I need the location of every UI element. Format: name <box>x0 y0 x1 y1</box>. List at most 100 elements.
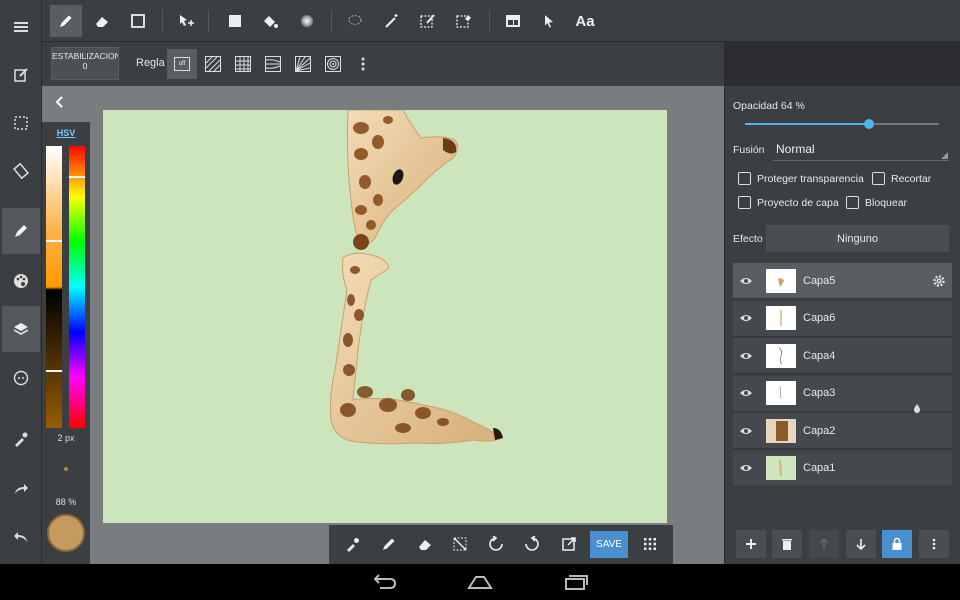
parallel-ruler-icon[interactable] <box>198 49 228 79</box>
chevron-left-icon[interactable] <box>52 94 68 110</box>
hsv-mode-toggle[interactable]: HSV <box>42 128 90 138</box>
ruler-off-button[interactable]: off <box>167 49 197 79</box>
layer-name: Capa6 <box>803 312 836 324</box>
pen-quick-icon[interactable] <box>375 530 403 558</box>
redo-quick-icon[interactable] <box>518 530 546 558</box>
concentric-ruler-icon[interactable] <box>318 49 348 79</box>
deselect-icon[interactable] <box>446 530 474 558</box>
rotate-canvas-icon[interactable] <box>2 148 40 194</box>
visibility-eye-icon[interactable] <box>733 300 759 336</box>
home-icon[interactable] <box>464 572 496 592</box>
visibility-eye-icon[interactable] <box>733 263 759 299</box>
effect-select-button[interactable]: Ninguno <box>766 225 949 252</box>
clipping-checkbox[interactable]: Recortar <box>872 172 931 185</box>
menu-icon[interactable] <box>2 4 40 50</box>
arrow-down-icon <box>856 539 866 551</box>
add-layer-button[interactable] <box>736 530 766 558</box>
text-icon[interactable]: Aa <box>569 5 601 37</box>
undo-quick-icon[interactable] <box>482 530 510 558</box>
drawing-canvas[interactable] <box>103 110 667 523</box>
redo-icon[interactable] <box>2 466 40 512</box>
select-eraser-icon[interactable] <box>448 5 480 37</box>
sub-toolbar: ESTABILIZACION 0 Regla off <box>42 42 724 86</box>
arrow-up-icon <box>819 537 829 549</box>
lock-layer-button[interactable] <box>882 530 912 558</box>
layer-row[interactable]: Capa5 <box>733 263 952 299</box>
checkbox-icon[interactable] <box>738 196 751 209</box>
eyedropper-icon[interactable] <box>2 416 40 462</box>
gear-icon[interactable] <box>932 274 946 288</box>
canvas-area[interactable] <box>42 86 724 564</box>
grid-menu-icon[interactable] <box>636 530 664 558</box>
eyedropper-quick-icon[interactable] <box>339 530 367 558</box>
layer-panel: Opacidad 64 % Fusión Normal Proteger tra… <box>724 86 960 564</box>
save-button[interactable]: SAVE <box>590 531 628 558</box>
pen-icon[interactable] <box>50 5 82 37</box>
material-icon[interactable] <box>2 355 40 401</box>
current-color-swatch[interactable] <box>47 514 85 552</box>
layer-list: Capa5 Capa6 Capa4 Capa3 Capa2 Capa1 <box>733 263 952 487</box>
radial-ruler-icon[interactable] <box>288 49 318 79</box>
opacity-slider-fill <box>745 123 870 125</box>
app-root: Aa ESTABILIZACION 0 Regla off HSV 2 px 8… <box>0 0 960 600</box>
text-tool-label: Aa <box>575 12 595 30</box>
checkbox-icon[interactable] <box>872 172 885 185</box>
selection-icon[interactable] <box>2 100 40 146</box>
perspective-ruler-icon[interactable] <box>258 49 288 79</box>
select-pen-icon[interactable] <box>412 5 444 37</box>
visibility-eye-icon[interactable] <box>733 450 759 486</box>
edit-icon[interactable] <box>2 52 40 98</box>
delete-layer-button[interactable] <box>772 530 802 558</box>
plus-icon <box>746 539 756 549</box>
undo-icon[interactable] <box>2 514 40 560</box>
draft-layer-checkbox[interactable]: Proyecto de capa <box>738 196 839 209</box>
eraser-icon[interactable] <box>86 5 118 37</box>
checkbox-icon[interactable] <box>846 196 859 209</box>
layer-row[interactable]: Capa3 <box>733 375 952 413</box>
color-panel: HSV 2 px 88 % <box>42 122 90 564</box>
eraser-quick-icon[interactable] <box>411 530 439 558</box>
dropdown-arrow-icon[interactable] <box>941 152 948 159</box>
brush-size-label: 2 px <box>57 433 75 443</box>
transform-icon[interactable] <box>555 530 583 558</box>
visibility-eye-icon[interactable] <box>733 375 759 411</box>
brush-tool-icon[interactable] <box>2 208 40 254</box>
recent-apps-icon[interactable] <box>560 572 592 592</box>
move-icon[interactable] <box>170 5 202 37</box>
saturation-value-slider[interactable] <box>46 146 62 428</box>
checkbox-icon[interactable] <box>738 172 751 185</box>
grid-ruler-icon[interactable] <box>228 49 258 79</box>
giraffe-artwork <box>330 110 503 445</box>
visibility-eye-icon[interactable] <box>733 413 759 449</box>
layer-row[interactable]: Capa6 <box>733 300 952 337</box>
move-layer-up-button[interactable] <box>809 530 839 558</box>
top-toolbar: Aa <box>42 0 960 42</box>
opacity-slider-thumb[interactable] <box>864 119 875 129</box>
opacity-slider[interactable] <box>745 119 939 129</box>
magic-wand-icon[interactable] <box>376 5 408 37</box>
hue-slider[interactable] <box>69 146 85 428</box>
layers-icon[interactable] <box>2 306 40 352</box>
back-icon[interactable] <box>368 572 400 592</box>
gradient-icon[interactable] <box>291 5 323 37</box>
stabilizer-button[interactable]: ESTABILIZACION 0 <box>51 47 119 80</box>
more-vertical-icon <box>932 538 936 550</box>
visibility-eye-icon[interactable] <box>733 338 759 374</box>
bucket-icon[interactable] <box>254 5 286 37</box>
frame-icon[interactable] <box>497 5 529 37</box>
clipping-label: Recortar <box>891 172 932 185</box>
protect-transparency-checkbox[interactable]: Proteger transparencia <box>738 172 864 185</box>
lasso-icon[interactable] <box>339 5 371 37</box>
pointer-icon[interactable] <box>533 5 565 37</box>
move-layer-down-button[interactable] <box>846 530 876 558</box>
more-options-icon[interactable] <box>348 49 378 79</box>
blend-mode-select[interactable]: Normal <box>776 142 815 156</box>
layer-menu-button[interactable] <box>919 530 949 558</box>
rectangle-outline-icon[interactable] <box>122 5 154 37</box>
lock-layer-checkbox[interactable]: Bloquear <box>846 196 907 209</box>
layer-row[interactable]: Capa2 <box>733 413 952 449</box>
layer-row[interactable]: Capa4 <box>733 338 952 374</box>
layer-row[interactable]: Capa1 <box>733 450 952 487</box>
fill-rect-icon[interactable] <box>219 5 251 37</box>
palette-icon[interactable] <box>2 258 40 304</box>
